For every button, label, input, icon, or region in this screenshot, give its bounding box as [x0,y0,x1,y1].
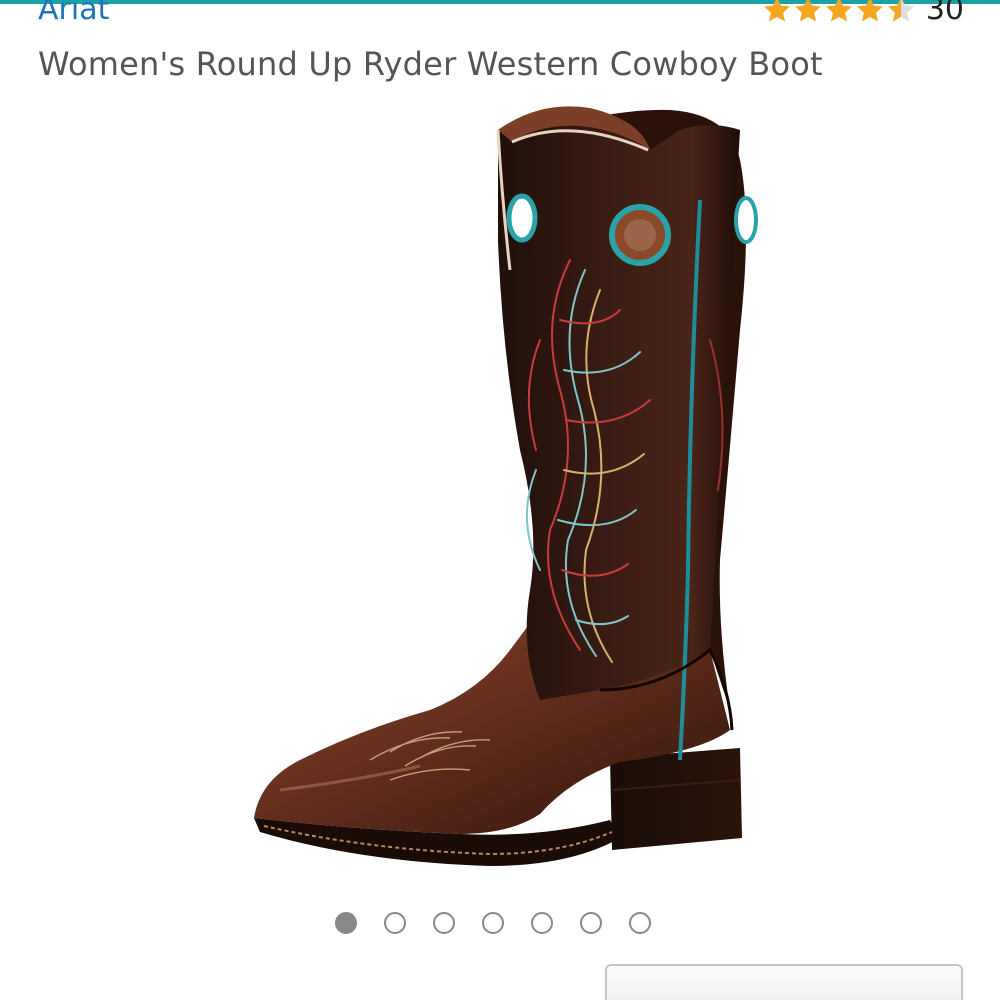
product-title: Women's Round Up Ryder Western Cowboy Bo… [38,45,823,83]
action-button[interactable] [605,964,963,1000]
image-pager [335,912,651,934]
pager-dot-5[interactable] [531,912,553,934]
product-page: Ariat 30 Women's Round Up Ryder Western … [0,0,1000,1000]
star-rating [762,0,916,25]
pager-dot-7[interactable] [629,912,651,934]
half-star-icon [887,0,914,22]
pager-dot-2[interactable] [384,912,406,934]
rating-summary[interactable]: 30 [762,0,964,30]
pager-dot-4[interactable] [482,912,504,934]
brand-link[interactable]: Ariat [38,0,109,32]
rating-count[interactable]: 30 [926,0,964,30]
pager-dot-3[interactable] [433,912,455,934]
pager-dot-1[interactable] [335,912,357,934]
product-image[interactable] [240,90,780,890]
star-icon [825,0,852,22]
pager-dot-6[interactable] [580,912,602,934]
star-icon [794,0,821,22]
star-icon [856,0,883,22]
star-icon [763,0,790,22]
